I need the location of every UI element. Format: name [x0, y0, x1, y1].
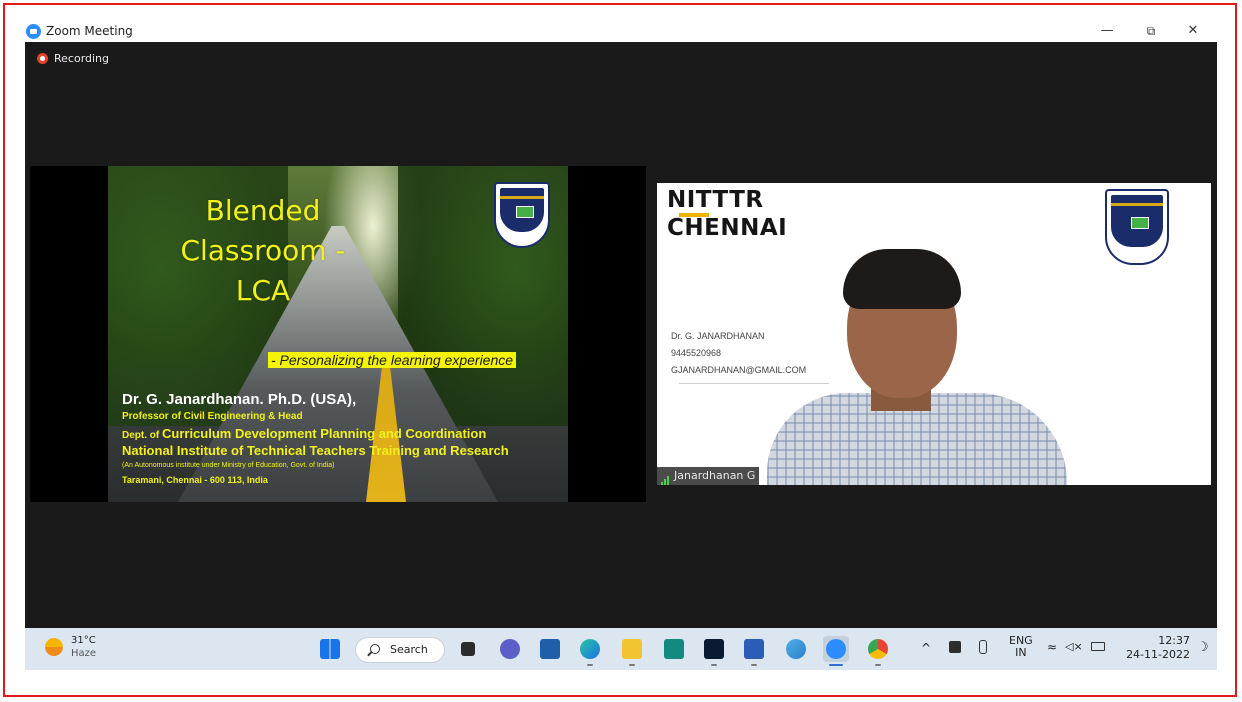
- slide-dept-prefix: Dept. of: [122, 430, 160, 441]
- search-icon: [370, 644, 380, 654]
- edge-button[interactable]: [577, 636, 603, 666]
- slide-autonomous-note: (An Autonomous institute under Ministry …: [122, 462, 335, 469]
- institute-emblem-icon: [494, 182, 550, 248]
- volume-muted-icon[interactable]: ◁×: [1065, 640, 1083, 653]
- participant-person: [767, 243, 1067, 485]
- teams-chat-icon: [500, 639, 520, 659]
- webex-icon: [704, 639, 724, 659]
- presentation-slide: Blended Classroom - LCA - Personalizing …: [108, 166, 568, 502]
- slide-title-line-3: LCA: [235, 274, 291, 307]
- show-hidden-icons-icon[interactable]: ^: [921, 641, 931, 655]
- edge-icon: [580, 639, 600, 659]
- webex-button[interactable]: [701, 636, 727, 666]
- mail-button[interactable]: [537, 636, 563, 662]
- slide-title-line-2: Classroom -: [180, 234, 346, 267]
- slide-dept-name: Curriculum Development Planning and Coor…: [162, 426, 487, 441]
- focus-moon-icon[interactable]: ☽: [1197, 640, 1209, 655]
- task-view-icon: [461, 642, 475, 656]
- microphone-icon[interactable]: [979, 640, 987, 654]
- contact-name: Dr. G. JANARDHANAN: [671, 331, 765, 341]
- slide-title-line-1: Blended: [205, 194, 321, 227]
- zoom-taskbar-button[interactable]: [823, 636, 849, 666]
- meeting-area: Recording Blended Classroom - LCA - Pers…: [25, 42, 1217, 628]
- weather-condition: Haze: [71, 648, 97, 659]
- file-explorer-button[interactable]: [619, 636, 645, 666]
- org-name-line-1: NITTTR: [667, 187, 764, 213]
- chrome-button[interactable]: [865, 636, 891, 666]
- contact-phone: 9445520968: [671, 348, 722, 358]
- zoom-logo-icon: [26, 24, 41, 39]
- participant-name: Janardhanan G: [674, 469, 756, 482]
- word-icon: [744, 639, 764, 659]
- weather-haze-icon: [45, 638, 63, 656]
- slide-presenter-position: Professor of Civil Engineering & Head: [122, 411, 303, 422]
- task-view-button[interactable]: [455, 636, 481, 662]
- chrome-icon: [868, 639, 888, 659]
- photos-icon: [786, 639, 806, 659]
- recording-icon: [37, 53, 48, 64]
- sway-button[interactable]: [661, 636, 687, 662]
- clock-date: 24-11-2022: [1126, 648, 1190, 661]
- language-line-2: IN: [1015, 646, 1027, 659]
- signal-bars-icon: [661, 468, 670, 485]
- dropbox-icon[interactable]: [949, 641, 961, 653]
- zoom-title-bar: Zoom Meeting — ⧉ ✕: [25, 20, 1217, 42]
- clock-time: 12:37: [1158, 634, 1190, 647]
- windows-taskbar: 31°C Haze Search ^ ENG IN ≈ ◁× 12:37 24-…: [25, 628, 1217, 670]
- wifi-icon[interactable]: ≈: [1047, 640, 1057, 654]
- institute-emblem-icon: [1105, 189, 1169, 265]
- recording-label: Recording: [54, 52, 110, 65]
- battery-icon[interactable]: [1091, 642, 1105, 651]
- search-label: Search: [390, 643, 428, 656]
- zoom-icon: [826, 639, 846, 659]
- start-button[interactable]: [317, 636, 343, 662]
- close-button[interactable]: ✕: [1173, 20, 1213, 42]
- restore-button[interactable]: ⧉: [1131, 20, 1171, 42]
- weather-temperature: 31°C: [71, 635, 96, 646]
- participant-video[interactable]: NITTTR CHENNAI Dr. G. JANARDHANAN 944552…: [657, 183, 1211, 485]
- recording-indicator[interactable]: Recording: [37, 52, 109, 65]
- slide-address: Taramani, Chennai - 600 113, India: [122, 475, 268, 485]
- word-button[interactable]: [741, 636, 767, 666]
- folder-icon: [622, 639, 642, 659]
- participant-name-tag: Janardhanan G: [657, 467, 760, 485]
- teams-chat-button[interactable]: [497, 636, 523, 662]
- slide-presenter-name: Dr. G. Janardhanan. Ph.D. (USA),: [122, 391, 357, 408]
- mail-icon: [540, 639, 560, 659]
- window-title: Zoom Meeting: [46, 24, 133, 38]
- slide-department: Dept. of Curriculum Development Planning…: [122, 426, 486, 441]
- org-name-line-2: CHENNAI: [667, 215, 788, 241]
- sway-icon: [664, 639, 684, 659]
- system-clock[interactable]: 12:37 24-11-2022: [1120, 634, 1190, 662]
- slide-institute: National Institute of Technical Teachers…: [122, 443, 509, 458]
- slide-tagline: - Personalizing the learning experience: [268, 352, 517, 368]
- photos-button[interactable]: [783, 636, 809, 662]
- minimize-button[interactable]: —: [1087, 20, 1127, 42]
- language-indicator[interactable]: ENG IN: [1009, 635, 1033, 659]
- taskbar-search[interactable]: Search: [355, 637, 445, 663]
- windows-logo-icon: [320, 639, 340, 659]
- shared-screen[interactable]: Blended Classroom - LCA - Personalizing …: [30, 166, 646, 502]
